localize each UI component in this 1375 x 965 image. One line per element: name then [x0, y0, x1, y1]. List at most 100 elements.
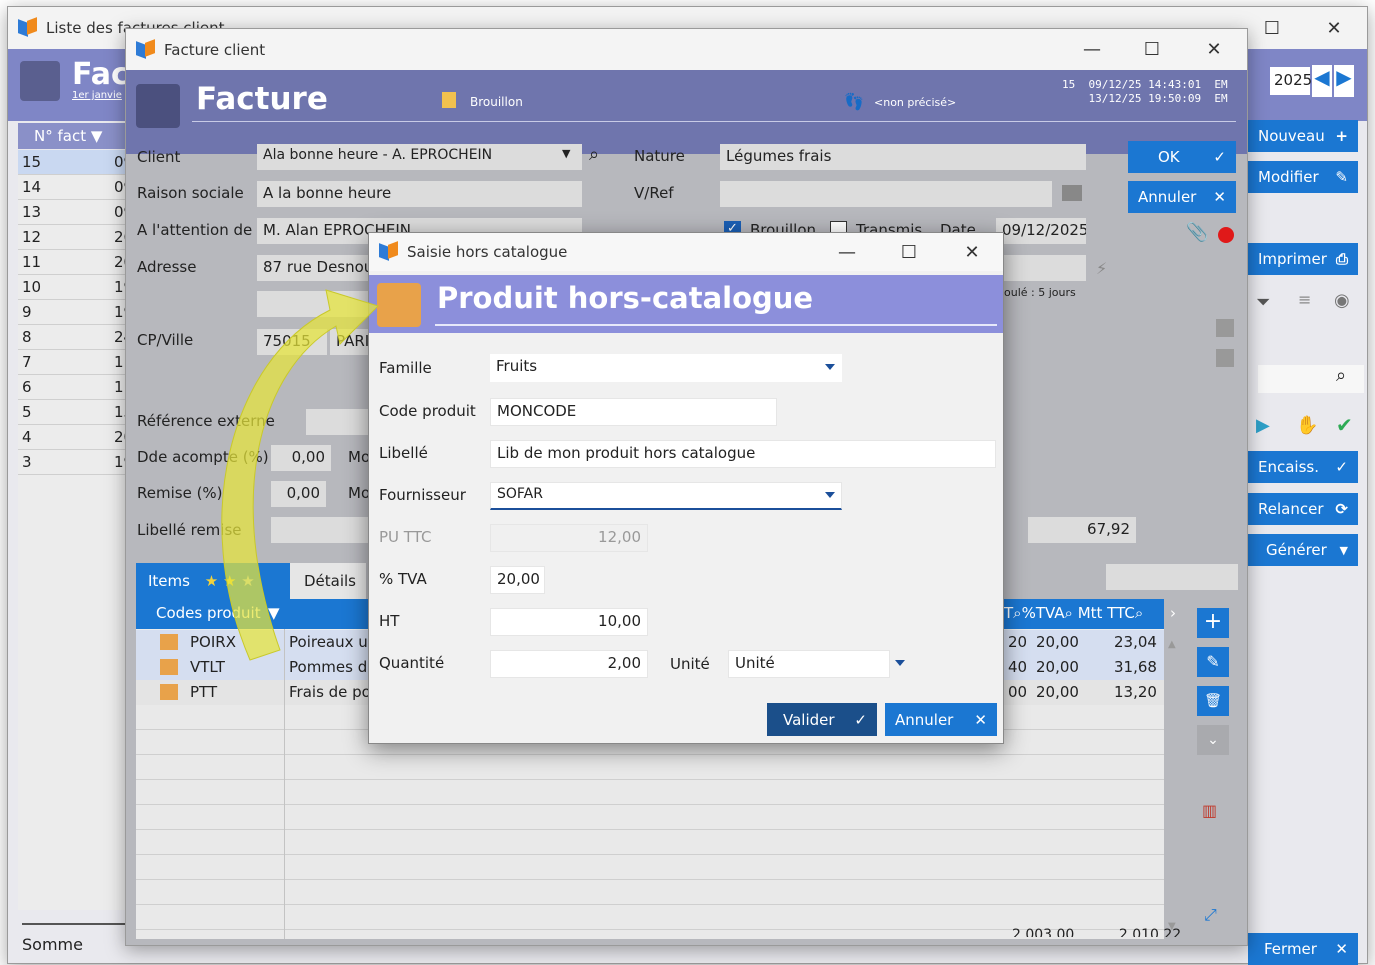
year-field[interactable]: 2025	[1270, 67, 1312, 95]
nouveau-button[interactable]: Nouveau +	[1248, 120, 1358, 152]
client-search-icon[interactable]: ⌕	[589, 144, 599, 165]
row-num: 13	[22, 203, 42, 221]
hands-icon[interactable]: ✋	[1296, 415, 1318, 436]
col-num-fact[interactable]: N° fact	[34, 127, 86, 145]
list-item[interactable]: 4 20	[18, 425, 133, 450]
fullscreen-icon[interactable]: ⤢	[1204, 905, 1217, 925]
grid-scroll-up-icon[interactable]: ▲	[1168, 639, 1176, 650]
doc-icon-2[interactable]	[1216, 349, 1234, 367]
tva-field[interactable]: 20,00	[490, 566, 545, 594]
chevron-down-icon[interactable]	[825, 364, 835, 370]
list-item[interactable]: 11 20	[18, 250, 133, 275]
star-icon: ★ ★	[204, 572, 237, 590]
filter-funnel-icon[interactable]: ⏷	[1256, 292, 1270, 313]
chevron-down-icon[interactable]	[825, 492, 835, 498]
list-hscroll[interactable]	[22, 915, 126, 925]
valider-button[interactable]: Valider ✓	[767, 703, 877, 736]
raison-field[interactable]: A la bonne heure	[257, 181, 582, 207]
filter-icon[interactable]: ▼	[268, 604, 280, 622]
nature-field[interactable]: Légumes frais	[720, 144, 1086, 170]
grid-scroll-down-icon[interactable]: ▼	[1168, 921, 1176, 932]
client-dropdown-icon[interactable]: ▼	[562, 147, 570, 160]
fermer-button[interactable]: Fermer ✕	[1248, 933, 1358, 965]
client-field[interactable]: Ala bonne heure - A. EPROCHEIN	[257, 144, 582, 170]
invoice-close-button[interactable]: ✕	[1186, 30, 1242, 68]
row-num: 14	[22, 178, 42, 196]
codes-header[interactable]: Codes produit	[156, 604, 261, 622]
acompte-field[interactable]: 0,00	[271, 445, 331, 471]
paperclip-icon[interactable]: 📎	[1186, 222, 1208, 243]
chevron-down-icon[interactable]	[895, 660, 905, 666]
echeance-field[interactable]	[996, 255, 1086, 281]
unite-select[interactable]: Unité	[728, 650, 890, 678]
valider-label: Valider	[783, 710, 835, 729]
camera-icon[interactable]: ◉	[1334, 290, 1350, 311]
list-item[interactable]: 15 09	[18, 150, 133, 175]
list-item[interactable]: 14 09	[18, 175, 133, 200]
famille-select[interactable]: Fruits	[490, 354, 842, 382]
sort-icon[interactable]: ≡	[1298, 290, 1311, 309]
doc-icon-1[interactable]	[1216, 319, 1234, 337]
invoice-maximize-button[interactable]: ☐	[1124, 30, 1180, 68]
tab-details[interactable]: Détails	[290, 563, 366, 599]
list-item[interactable]: 13 09	[18, 200, 133, 225]
encaiss-button[interactable]: Encaiss. ✓	[1248, 451, 1358, 483]
dialog-header-underline	[435, 324, 997, 326]
fournisseur-select[interactable]: SOFAR	[490, 482, 842, 510]
add-item-button[interactable]: +	[1197, 608, 1229, 638]
check-circle-icon[interactable]: ✔	[1336, 413, 1353, 437]
modifier-button[interactable]: Modifier ✎	[1248, 161, 1358, 193]
barcode-icon[interactable]: ▥	[1202, 801, 1217, 820]
list-item[interactable]: 10 19	[18, 275, 133, 300]
edit-item-button[interactable]: ✎	[1197, 647, 1229, 677]
fermer-label: Fermer	[1264, 940, 1317, 958]
quantite-field[interactable]: 2,00	[490, 650, 648, 678]
annuler-invoice-button[interactable]: Annuler ✕	[1128, 181, 1236, 213]
relancer-button[interactable]: Relancer ⟳	[1248, 493, 1358, 525]
dialog-close-button[interactable]: ✕	[944, 233, 1000, 271]
expand-button[interactable]: ⌄	[1197, 725, 1229, 755]
list-close-button[interactable]: ✕	[1306, 9, 1362, 47]
item-tva: 20,00	[1036, 683, 1079, 701]
list-item[interactable]: 6 11	[18, 375, 133, 400]
tva-label: % TVA	[379, 570, 427, 588]
right-header[interactable]: T⌕%TVA⌕ Mtt TTC⌕	[1004, 604, 1143, 622]
imprimer-button[interactable]: Imprimer ⎙	[1248, 243, 1358, 275]
sum-label: Somme	[22, 935, 83, 954]
dialog-title: Saisie hors catalogue	[407, 243, 568, 261]
item-lib: Poireaux ul	[289, 633, 372, 651]
list-item[interactable]: 9 19	[18, 300, 133, 325]
year-next-button[interactable]: ▶	[1334, 65, 1354, 97]
chevron-right-icon[interactable]: ›	[1170, 604, 1176, 622]
list-item[interactable]: 12 26	[18, 225, 133, 250]
ok-button[interactable]: OK ✓	[1128, 141, 1236, 173]
date-field[interactable]: 09/12/2025	[996, 218, 1086, 244]
remise-field[interactable]: 0,00	[271, 481, 326, 507]
code-produit-field[interactable]: MONCODE	[490, 398, 777, 426]
lightning-icon[interactable]: ⚡	[1096, 259, 1107, 278]
box-icon	[377, 283, 421, 327]
list-search-field[interactable]	[1258, 365, 1364, 393]
year-prev-button[interactable]: ◀	[1312, 65, 1332, 97]
list-item[interactable]: 7 11	[18, 350, 133, 375]
invoice-minimize-button[interactable]: —	[1064, 30, 1120, 68]
generer-button[interactable]: Générer ▼	[1248, 534, 1358, 566]
search-icon[interactable]: ⌕	[1336, 365, 1346, 386]
libremise-field[interactable]	[271, 517, 381, 543]
image-icon[interactable]	[1062, 185, 1082, 201]
dialog-maximize-button[interactable]: ☐	[881, 233, 937, 271]
tab-items[interactable]: Items ★ ★ ★	[136, 563, 290, 599]
list-item[interactable]: 8 24	[18, 325, 133, 350]
list-item[interactable]: 5 15	[18, 400, 133, 425]
ht-field[interactable]: 10,00	[490, 608, 648, 636]
dialog-minimize-button[interactable]: —	[819, 233, 875, 271]
cp-field[interactable]: 75015	[257, 329, 327, 355]
list-maximize-button[interactable]: ☐	[1244, 9, 1300, 47]
list-item[interactable]: 3 19	[18, 450, 133, 475]
vref-field[interactable]	[720, 181, 1052, 207]
delete-item-button[interactable]: 🗑	[1197, 686, 1229, 716]
libelle-field[interactable]: Lib de mon produit hors catalogue	[490, 440, 996, 468]
play-icon[interactable]: ▶	[1256, 415, 1270, 436]
list-column-header[interactable]: N° fact ▼	[18, 123, 126, 149]
annuler-dialog-button[interactable]: Annuler ✕	[885, 703, 997, 736]
